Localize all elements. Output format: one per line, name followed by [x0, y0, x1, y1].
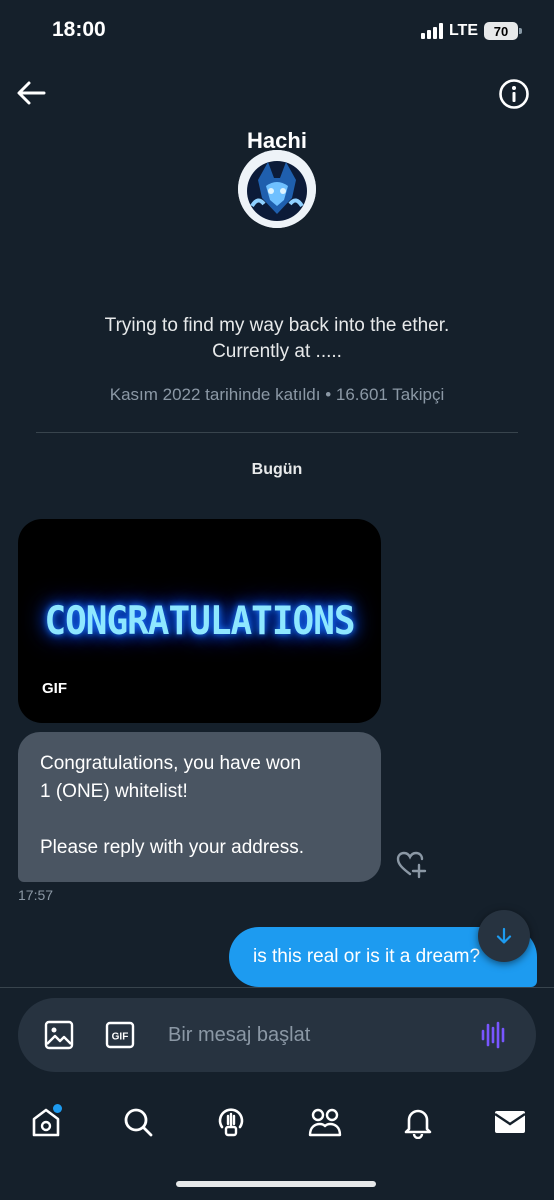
tab-home[interactable]: [26, 1102, 66, 1142]
tab-search[interactable]: [118, 1102, 158, 1142]
messages-icon: [494, 1111, 526, 1133]
bottom-tab-bar: [0, 1090, 554, 1152]
profile-meta: Kasım 2022 tarihinde katıldı • 16.601 Ta…: [109, 385, 445, 404]
gif-badge: GIF: [42, 680, 67, 697]
battery-icon: 70: [484, 22, 522, 40]
back-button[interactable]: [14, 78, 48, 108]
scroll-to-bottom-button[interactable]: [478, 910, 530, 962]
message-line: Congratulations, you have won: [40, 753, 301, 774]
info-circle-icon: [499, 79, 529, 109]
profile-bio: Trying to find my way back into the ethe…: [40, 313, 514, 365]
status-indicators: LTE 70: [420, 22, 522, 40]
gif-icon-label: GIF: [112, 1032, 129, 1043]
bio-line: Trying to find my way back into the ethe…: [104, 315, 450, 336]
spaces-icon: [218, 1108, 244, 1137]
tab-notifications[interactable]: [398, 1102, 438, 1142]
signal-icon: [420, 23, 443, 39]
image-icon: [44, 1020, 74, 1050]
notification-dot: [53, 1104, 62, 1113]
tab-messages[interactable]: [490, 1102, 530, 1142]
tab-spaces[interactable]: [211, 1102, 251, 1142]
gif-message[interactable]: CONGRATULATIONS GIF: [18, 519, 381, 723]
avatar-image: [238, 150, 316, 228]
message-line: Please reply with your address.: [40, 837, 305, 858]
notifications-icon: [404, 1109, 432, 1139]
voice-message-button[interactable]: [478, 1019, 510, 1051]
incoming-message-bubble[interactable]: Congratulations, you have won 1 (ONE) wh…: [18, 732, 381, 882]
avatar[interactable]: [238, 150, 316, 228]
bio-line: Currently at .....: [212, 341, 342, 362]
search-icon: [124, 1108, 153, 1137]
gif-button[interactable]: GIF: [105, 1020, 135, 1050]
message-line: 1 (ONE) whitelist!: [40, 781, 188, 802]
gif-content-text: CONGRATULATIONS: [44, 598, 355, 645]
tab-communities[interactable]: [305, 1102, 345, 1142]
message-input[interactable]: [168, 1020, 458, 1050]
network-label: LTE: [448, 22, 478, 39]
message-composer: GIF: [18, 998, 536, 1072]
voice-waveform-icon: [481, 1021, 505, 1049]
divider: [36, 432, 518, 433]
home-indicator: [176, 1181, 376, 1187]
react-button[interactable]: [395, 848, 427, 880]
status-time: 18:00: [52, 18, 106, 41]
status-bar: 18:00 LTE 70: [0, 0, 554, 60]
media-button[interactable]: [43, 1019, 75, 1051]
arrow-left-icon: [17, 81, 46, 105]
date-separator: Bugün: [251, 461, 303, 478]
heart-plus-icon: [396, 851, 427, 879]
message-timestamp: 17:57: [18, 887, 54, 903]
gif-icon: GIF: [105, 1021, 135, 1049]
communities-icon: [308, 1108, 342, 1137]
info-button[interactable]: [498, 78, 530, 110]
arrow-down-icon: [496, 927, 512, 944]
